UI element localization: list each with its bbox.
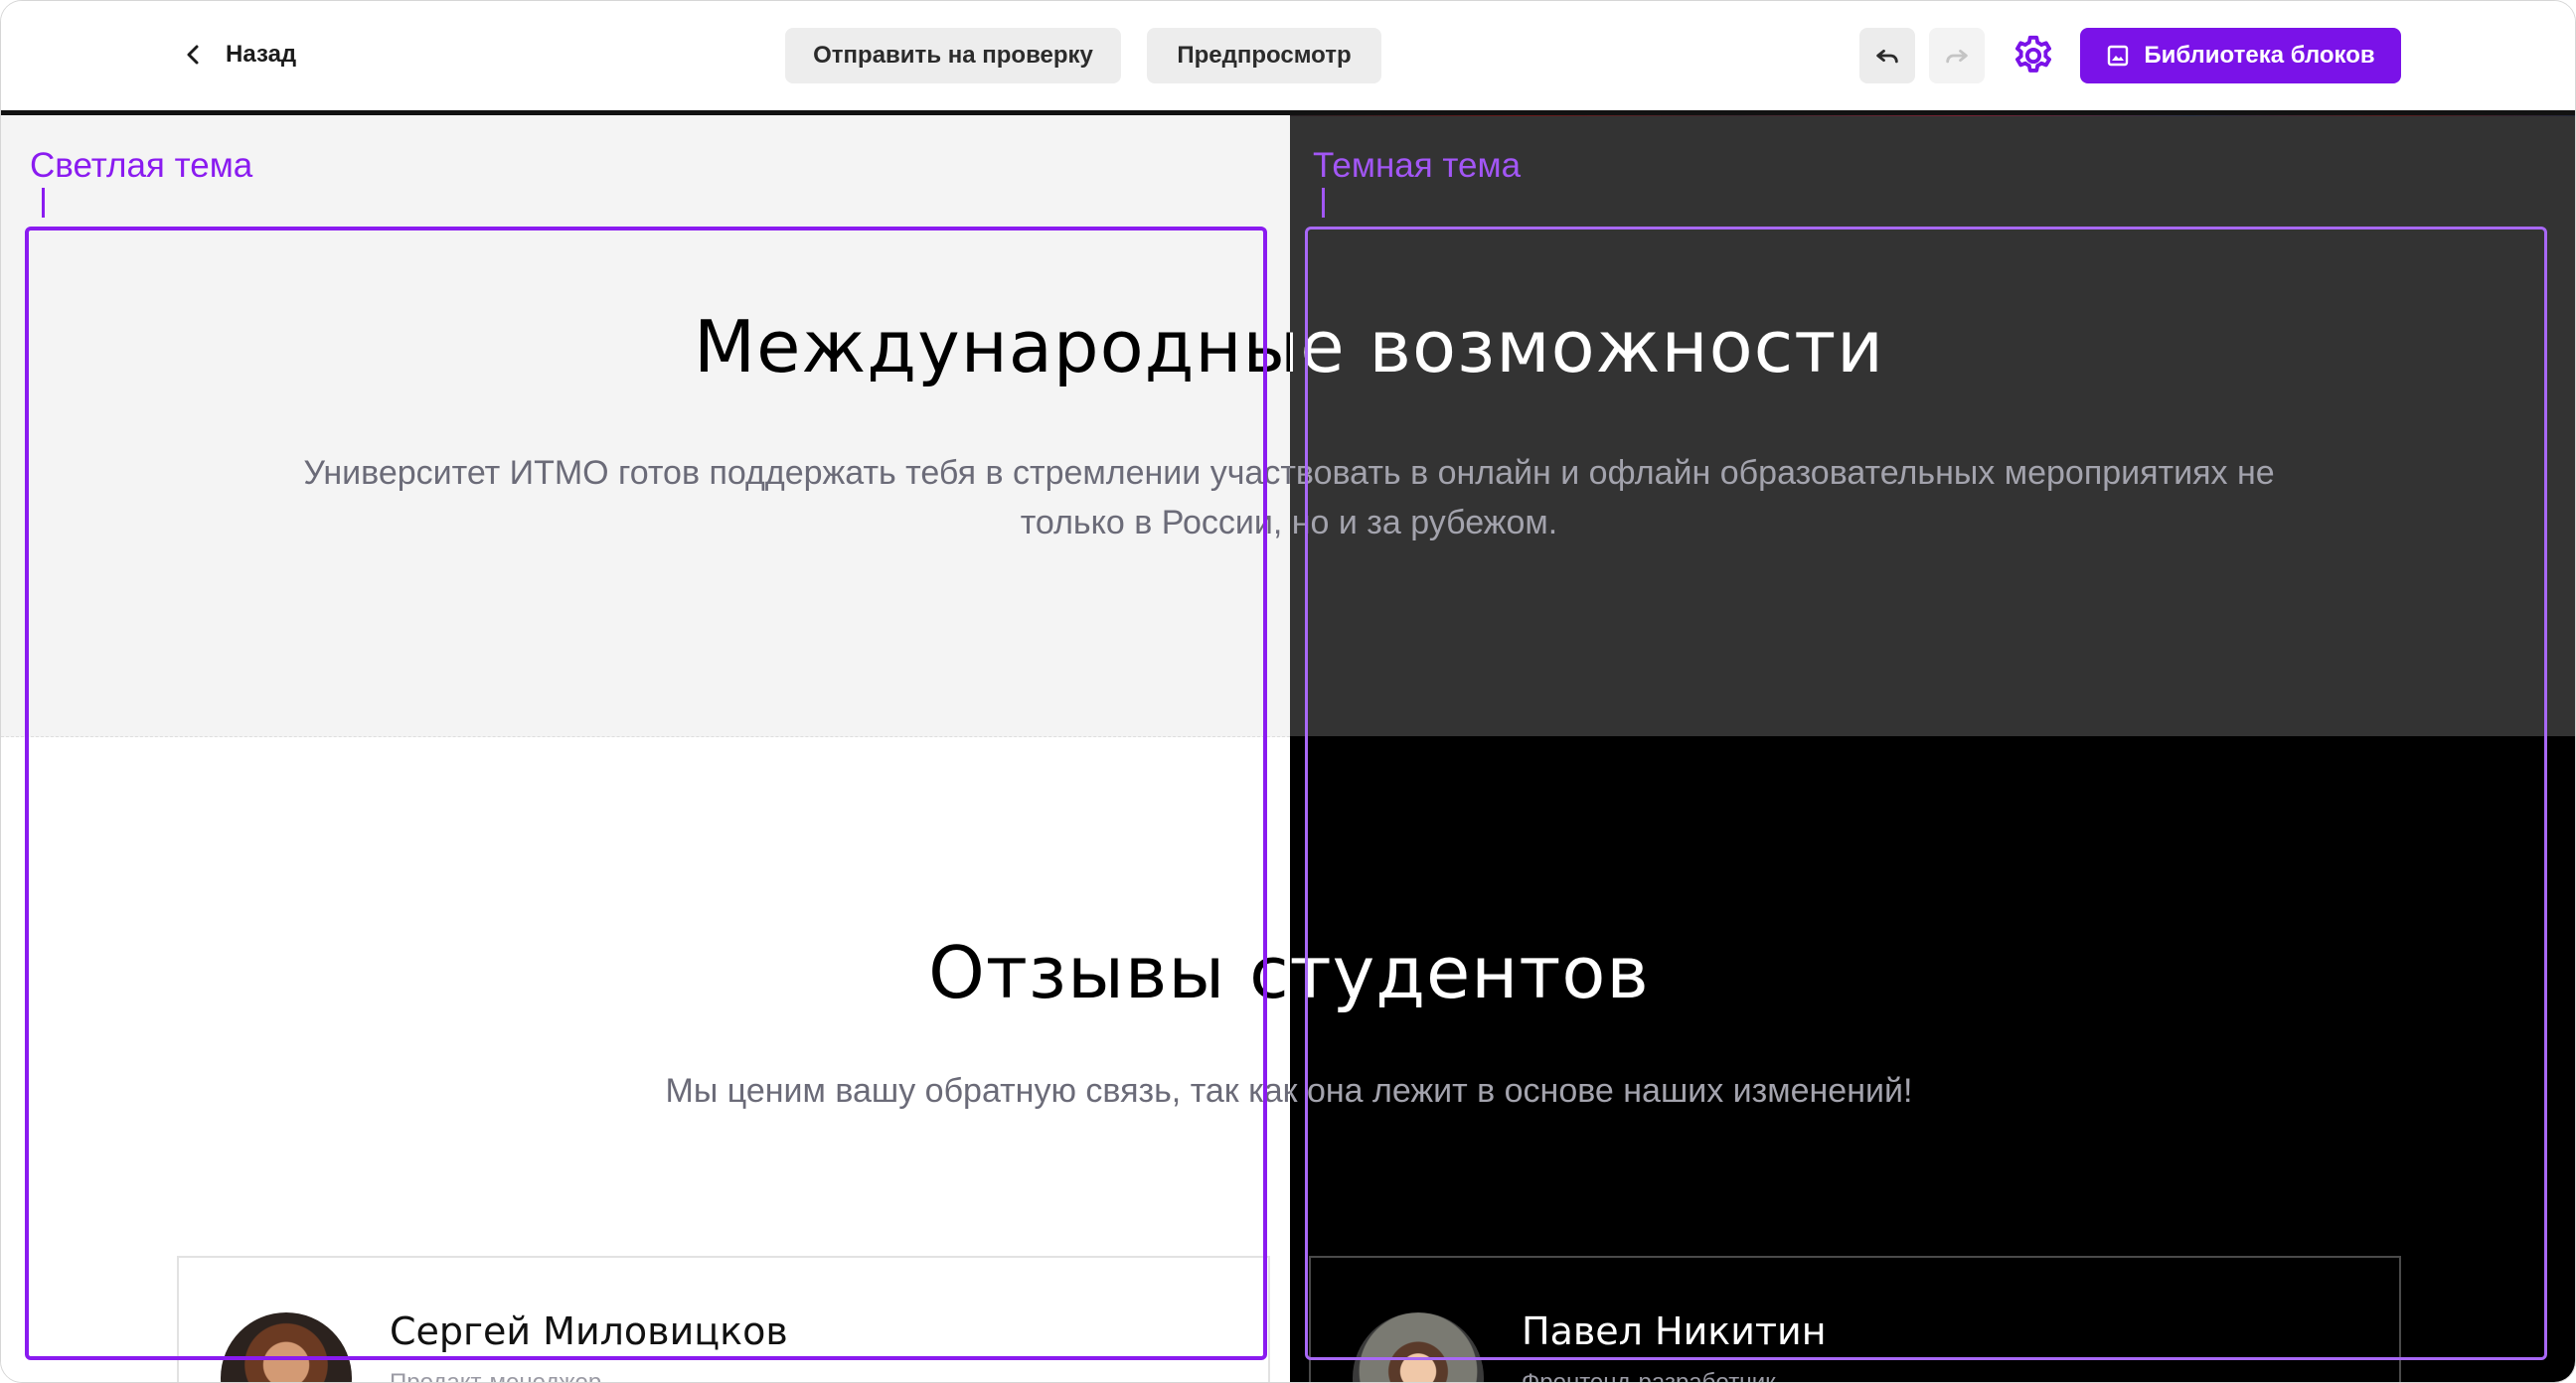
light-theme-marker — [42, 188, 45, 218]
block-library-button[interactable]: Библиотека блоков — [2080, 28, 2401, 83]
back-label: Назад — [226, 41, 297, 68]
submit-for-review-button[interactable]: Отправить на проверку — [785, 28, 1121, 83]
editor-toolbar: Назад Отправить на проверку Предпросмотр… — [1, 1, 2575, 115]
reviews-title: Отзывы студентов — [928, 931, 1290, 1014]
undo-icon — [1876, 49, 1898, 64]
redo-button[interactable] — [1929, 28, 1985, 83]
opportunities-lead-line2: только в России, но и за рубежом. — [1020, 504, 1290, 541]
light-text-layer: Международные возможности Университет ИТ… — [1, 1, 1290, 1382]
image-icon — [2108, 45, 2129, 67]
opportunities-lead-line1: Университет ИТМО готов поддержать тебя в… — [303, 454, 1290, 492]
reviews-title-dark: Отзывы студентов — [1290, 931, 1650, 1014]
chevron-left-icon — [187, 45, 199, 65]
back-link[interactable]: Назад — [182, 35, 296, 75]
gear-icon[interactable] — [2011, 33, 2056, 78]
reviews-subtitle: Мы ценим вашу обратную связь, так как он… — [665, 1072, 1290, 1110]
dark-theme-label: Темная тема — [1313, 146, 1522, 185]
dark-text-layer: Международные возможности Университет ИТ… — [1290, 1, 2575, 1382]
review-author-role: Продакт-менеджер — [390, 1369, 602, 1383]
editor-window: Международные возможности Университет ИТ… — [0, 0, 2576, 1383]
review-card[interactable]: Сергей Миловицков Продакт-менеджер — [177, 1256, 1270, 1383]
review-author-name: Павел Никитин — [1522, 1309, 1827, 1353]
review-author-name: Сергей Миловицков — [390, 1309, 788, 1353]
avatar — [221, 1312, 352, 1382]
undo-button[interactable] — [1859, 28, 1915, 83]
opportunities-lead-line1-dark: Университет ИТМО готов поддержать тебя в… — [1290, 454, 2275, 492]
opportunities-title: Международные возможности — [694, 305, 1290, 388]
review-author-role: Фронтенд-разработчик — [1522, 1369, 1776, 1383]
opportunities-title-dark: Международные возможности — [1290, 305, 1884, 388]
opportunities-lead-line2-dark: только в России, но и за рубежом. — [1290, 504, 1558, 541]
light-theme-label: Светлая тема — [30, 146, 253, 185]
preview-button[interactable]: Предпросмотр — [1147, 28, 1381, 83]
dark-theme-marker — [1322, 188, 1325, 218]
review-card-dark[interactable]: Павел Никитин Фронтенд-разработчик — [1309, 1256, 2401, 1383]
redo-icon — [1946, 49, 1968, 64]
reviews-subtitle-dark: Мы ценим вашу обратную связь, так как он… — [1290, 1072, 1913, 1110]
avatar — [1353, 1312, 1484, 1382]
block-library-label: Библиотека блоков — [2144, 42, 2375, 69]
